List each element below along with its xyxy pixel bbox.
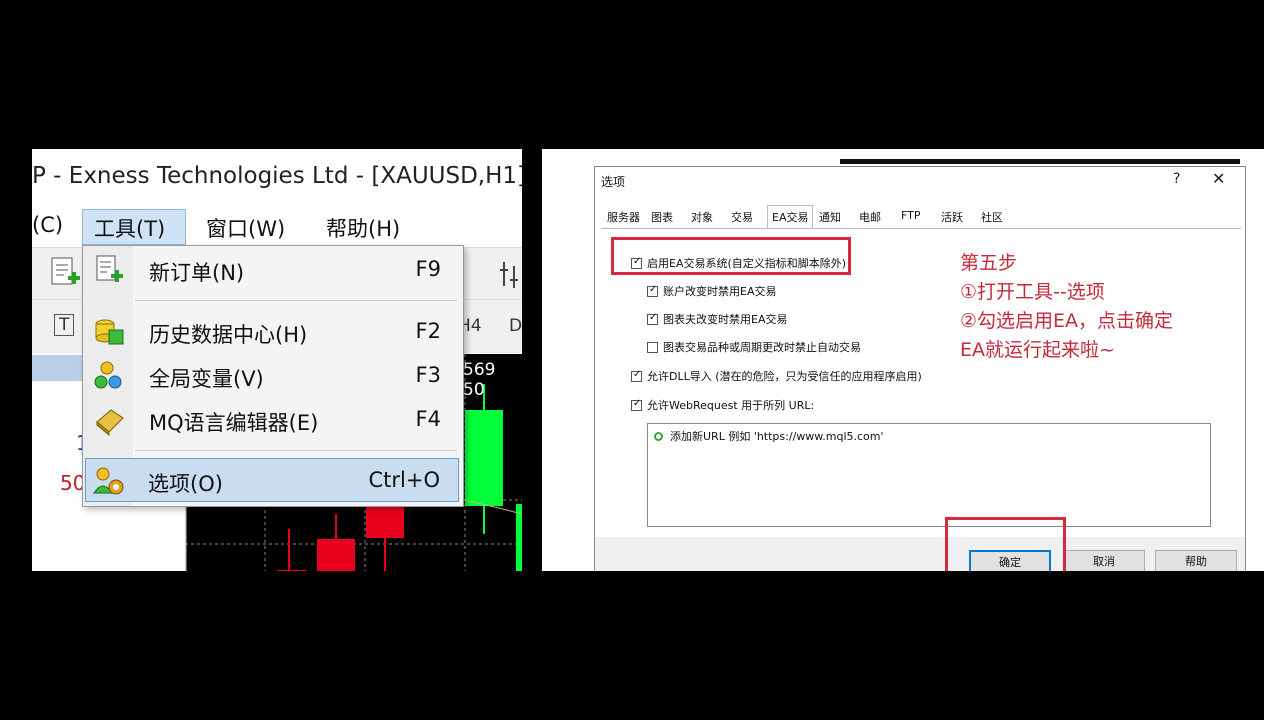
options-icon <box>93 467 124 495</box>
option-label: 图表交易品种或周期更改时禁止自动交易 <box>663 341 861 354</box>
option-disable-on-symbol-change[interactable]: 图表交易品种或周期更改时禁止自动交易 <box>647 339 861 355</box>
new-order-icon[interactable] <box>50 256 84 292</box>
menu-item-shortcut: Ctrl+O <box>368 468 441 492</box>
menu-help[interactable]: 帮助(H) <box>326 213 400 243</box>
tab-notifications[interactable]: 通知 <box>819 209 841 225</box>
dialog-button-bar: 确定 取消 帮助 <box>595 537 1245 571</box>
checkbox-checked[interactable] <box>647 284 658 297</box>
timeframe-d[interactable]: D <box>509 316 522 336</box>
tab-server[interactable]: 服务器 <box>607 209 640 225</box>
dialog-title: 选项 <box>601 175 626 189</box>
help-icon[interactable]: ? <box>1173 171 1180 187</box>
menubar: (C) 工具(T) 窗口(W) 帮助(H) <box>32 207 522 247</box>
annotation-note: 第五步 ①打开工具--选项 ②勾选启用EA，点击确定 EA就运行起来啦~ <box>960 249 1173 365</box>
option-label: 允许WebRequest 用于所列 URL: <box>647 399 815 412</box>
global-variables-icon <box>94 361 122 389</box>
option-disable-on-account-change[interactable]: 账户改变时禁用EA交易 <box>647 283 776 299</box>
add-url-icon <box>654 431 663 441</box>
menu-item-shortcut: F2 <box>415 319 441 343</box>
annotation-box-ok <box>945 517 1066 571</box>
menu-window[interactable]: 窗口(W) <box>206 213 285 243</box>
option-allow-webrequest[interactable]: 允许WebRequest 用于所列 URL: <box>631 397 814 413</box>
option-allow-dll[interactable]: 允许DLL导入 (潜在的危险，只为受信任的应用程序启用) <box>631 368 922 384</box>
url-add-item[interactable]: 添加新URL 例如 'https://www.mql5.com' <box>654 428 884 444</box>
tab-email[interactable]: 电邮 <box>859 209 881 225</box>
menu-item-options[interactable]: 选项(O) Ctrl+O <box>85 458 459 502</box>
text-tool-button[interactable]: T <box>54 314 75 336</box>
options-screenshot: 选项 ? ✕ 服务器 图表 对象 交易 EA交易 通知 电邮 FTP 活跃 社区… <box>542 149 1264 571</box>
candle-bear <box>317 539 355 571</box>
checkbox-checked[interactable] <box>631 369 642 382</box>
new-order-icon <box>96 255 123 282</box>
option-label: 账户改变时禁用EA交易 <box>663 285 777 298</box>
candle-bear <box>366 504 404 538</box>
menu-item-global-variables[interactable]: 全局变量(V) F3 <box>83 354 463 398</box>
background-terminal-edge <box>542 149 594 571</box>
tab-objects[interactable]: 对象 <box>691 209 713 225</box>
tab-ftp[interactable]: FTP <box>901 209 921 222</box>
menu-tools[interactable]: 工具(T) <box>94 213 165 243</box>
menu-item-label: 历史数据中心(H) <box>149 323 308 347</box>
option-disable-on-profile-change[interactable]: 图表夫改变时禁用EA交易 <box>647 311 787 327</box>
menu-item-shortcut: F9 <box>415 257 441 281</box>
menu-item-history-center[interactable]: 历史数据中心(H) F2 <box>83 310 463 354</box>
cancel-button[interactable]: 取消 <box>1063 550 1145 571</box>
option-label: 允许DLL导入 (潜在的危险，只为受信任的应用程序启用) <box>647 370 922 383</box>
annotation-box-enable-ea <box>611 237 851 275</box>
url-list[interactable]: 添加新URL 例如 'https://www.mql5.com' <box>647 423 1211 527</box>
terminal-window: P - Exness Technologies Ltd - [XAUUSD,H1… <box>32 149 522 571</box>
menu-item-label: 新订单(N) <box>149 261 245 285</box>
tools-dropdown-menu: 新订单(N) F9 历史数据中心(H) F2 全局变量(V) F3 MQ语言编辑… <box>82 245 464 507</box>
menu-item-c[interactable]: (C) <box>32 213 63 237</box>
menu-item-label: 全局变量(V) <box>149 367 264 391</box>
tab-events[interactable]: 活跃 <box>941 209 963 225</box>
candle-bull <box>465 410 503 506</box>
option-label: 图表夫改变时禁用EA交易 <box>663 313 788 326</box>
annotation-line: ②勾选启用EA，点击确定 <box>960 310 1174 332</box>
menu-separator <box>135 450 457 451</box>
url-placeholder: 添加新URL 例如 'https://www.mql5.com' <box>670 430 884 443</box>
options-dialog: 选项 ? ✕ 服务器 图表 对象 交易 EA交易 通知 电邮 FTP 活跃 社区… <box>594 166 1246 571</box>
tab-charts[interactable]: 图表 <box>651 209 673 225</box>
tab-community[interactable]: 社区 <box>981 209 1003 225</box>
history-center-icon <box>95 319 124 345</box>
menu-separator <box>135 300 457 301</box>
chart-period-icon[interactable] <box>498 258 522 290</box>
close-icon[interactable]: ✕ <box>1212 169 1225 188</box>
annotation-line: 第五步 <box>960 252 1018 274</box>
menu-item-editor[interactable]: MQ语言编辑器(E) F4 <box>83 398 463 442</box>
tab-divider <box>601 228 1241 229</box>
checkbox-checked[interactable] <box>631 398 642 411</box>
annotation-line: EA就运行起来啦~ <box>960 339 1115 361</box>
menu-item-new-order[interactable]: 新订单(N) F9 <box>83 248 463 292</box>
menu-item-label: 选项(O) <box>148 472 223 496</box>
tab-trade[interactable]: 交易 <box>731 209 753 225</box>
help-button[interactable]: 帮助 <box>1155 550 1237 571</box>
window-title: P - Exness Technologies Ltd - [XAUUSD,H1… <box>32 163 522 189</box>
checkbox-unchecked[interactable] <box>647 341 658 353</box>
background-chart-strip <box>840 159 1240 164</box>
menu-item-label: MQ语言编辑器(E) <box>149 411 319 435</box>
chart-price-label: 569 50 <box>463 360 496 400</box>
checkbox-checked[interactable] <box>647 312 658 325</box>
tab-expert-advisors[interactable]: EA交易 <box>767 205 814 228</box>
menu-item-shortcut: F3 <box>415 363 441 387</box>
menu-item-shortcut: F4 <box>415 407 441 431</box>
annotation-line: ①打开工具--选项 <box>960 281 1105 303</box>
editor-icon <box>96 409 124 436</box>
